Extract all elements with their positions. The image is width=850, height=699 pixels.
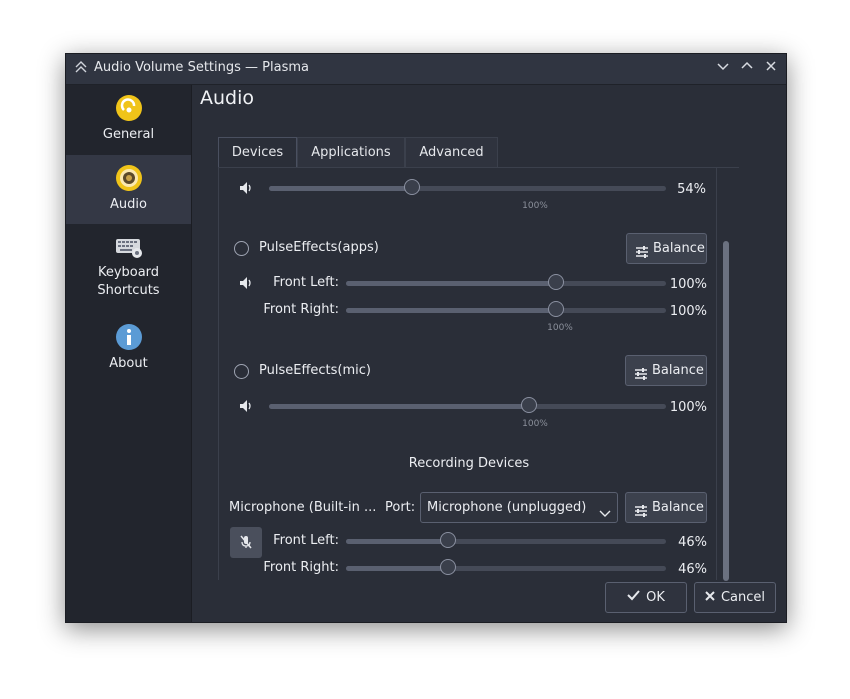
slider-fill: [269, 404, 532, 409]
sidebar-item-label: Audio: [110, 197, 147, 212]
devices-scrollbar[interactable]: [723, 241, 729, 581]
microphone-name: Microphone (Built-in ...: [229, 500, 377, 515]
port-label: Port:: [385, 500, 416, 515]
hundred-percent-mark: 100%: [547, 323, 573, 333]
pulseeffects-mic-name: PulseEffects(mic): [259, 363, 371, 378]
page-title: Audio: [200, 87, 255, 109]
content-area: Audio Devices Applications Advanced 54% …: [192, 85, 786, 622]
general-icon: [115, 94, 143, 122]
balance-label: Balance: [652, 500, 704, 515]
slider-fill: [346, 281, 558, 286]
pulseeffects-mic-radio[interactable]: [234, 364, 249, 379]
tab-advanced[interactable]: Advanced: [405, 137, 498, 167]
ok-label: OK: [646, 590, 665, 605]
mic-front-left-label: Front Left:: [273, 533, 339, 548]
pulseeffects-mic-volume-slider[interactable]: [269, 397, 666, 413]
port-select-value: Microphone (unplugged): [427, 500, 587, 515]
sidebar-item-about[interactable]: About: [66, 314, 191, 384]
sidebar-item-keyboard-shortcuts[interactable]: Keyboard Shortcuts: [66, 224, 191, 314]
tab-applications[interactable]: Applications: [297, 137, 405, 167]
minimize-icon[interactable]: [714, 59, 732, 77]
panel-divider: [716, 168, 717, 580]
mic-front-left-volume-text: 46%: [678, 535, 707, 550]
pulseeffects-mic-balance-button[interactable]: Balance: [625, 355, 707, 386]
front-left-volume-text: 100%: [669, 277, 707, 292]
front-right-label: Front Right:: [263, 302, 339, 317]
pulseeffects-apps-front-right-slider[interactable]: [346, 301, 666, 317]
slider-fill: [269, 186, 412, 191]
titlebar[interactable]: Audio Volume Settings — Plasma: [66, 54, 786, 85]
balance-label: Balance: [652, 363, 704, 378]
recording-devices-heading: Recording Devices: [408, 456, 530, 471]
microphone-front-left-slider[interactable]: [346, 532, 666, 548]
sidebar-item-label-line2: Shortcuts: [97, 283, 160, 298]
front-left-label: Front Left:: [273, 275, 339, 290]
top-device-volume-slider[interactable]: [269, 179, 666, 195]
balance-icon: [634, 363, 648, 392]
info-icon: [115, 323, 143, 351]
sidebar-item-audio[interactable]: Audio: [66, 155, 191, 224]
slider-knob[interactable]: [548, 274, 564, 290]
port-select[interactable]: Microphone (unplugged): [420, 492, 618, 523]
slider-knob[interactable]: [440, 532, 456, 548]
pulseeffects-apps-radio[interactable]: [234, 241, 249, 256]
pulseeffects-apps-front-left-slider[interactable]: [346, 274, 666, 290]
chevrons-up-icon[interactable]: [73, 60, 89, 76]
mic-front-right-label: Front Right:: [263, 560, 339, 575]
close-icon[interactable]: [762, 59, 780, 77]
sidebar-item-label: General: [102, 127, 155, 142]
slider-knob[interactable]: [548, 301, 564, 317]
cancel-button[interactable]: Cancel: [694, 582, 776, 613]
ok-button[interactable]: OK: [605, 582, 687, 613]
slider-knob[interactable]: [440, 559, 456, 575]
maximize-icon[interactable]: [738, 59, 756, 77]
mic-front-right-volume-text: 46%: [678, 562, 707, 577]
microphone-front-right-slider[interactable]: [346, 559, 666, 575]
pulseeffects-mic-volume-text: 100%: [669, 400, 707, 415]
slider-knob[interactable]: [521, 397, 537, 413]
sidebar-item-label-line1: Keyboard: [97, 265, 160, 280]
speaker-audio-icon: [115, 164, 143, 192]
settings-window: Audio Volume Settings — Plasma General A…: [65, 53, 787, 623]
slider-knob[interactable]: [404, 179, 420, 195]
front-right-volume-text: 100%: [669, 304, 707, 319]
keyboard-icon: [115, 237, 143, 259]
sidebar-item-general[interactable]: General: [66, 85, 191, 155]
balance-label: Balance: [653, 241, 705, 256]
hundred-percent-mark: 100%: [522, 201, 548, 211]
window-title: Audio Volume Settings — Plasma: [94, 60, 309, 75]
check-icon: [627, 583, 640, 612]
top-device-volume-text: 54%: [677, 182, 706, 197]
balance-icon: [635, 241, 649, 270]
balance-icon: [634, 500, 648, 529]
cancel-label: Cancel: [720, 590, 766, 605]
x-icon: [705, 583, 715, 612]
sidebar: General Audio Keyboard Shortcuts About: [66, 85, 192, 622]
chevron-down-icon: [599, 501, 611, 530]
speaker-icon[interactable]: [238, 398, 254, 414]
pulseeffects-apps-balance-button[interactable]: Balance: [626, 233, 707, 264]
pulseeffects-apps-name: PulseEffects(apps): [259, 240, 379, 255]
slider-fill: [346, 566, 449, 571]
hundred-percent-mark: 100%: [522, 419, 548, 429]
microphone-balance-button[interactable]: Balance: [625, 492, 707, 523]
slider-fill: [346, 539, 449, 544]
tab-devices[interactable]: Devices: [218, 137, 297, 168]
sidebar-item-label: About: [109, 356, 148, 371]
speaker-icon[interactable]: [238, 180, 254, 196]
slider-fill: [346, 308, 558, 313]
devices-panel: 54% 100% PulseEffects(apps) Balance Fron…: [218, 167, 739, 580]
